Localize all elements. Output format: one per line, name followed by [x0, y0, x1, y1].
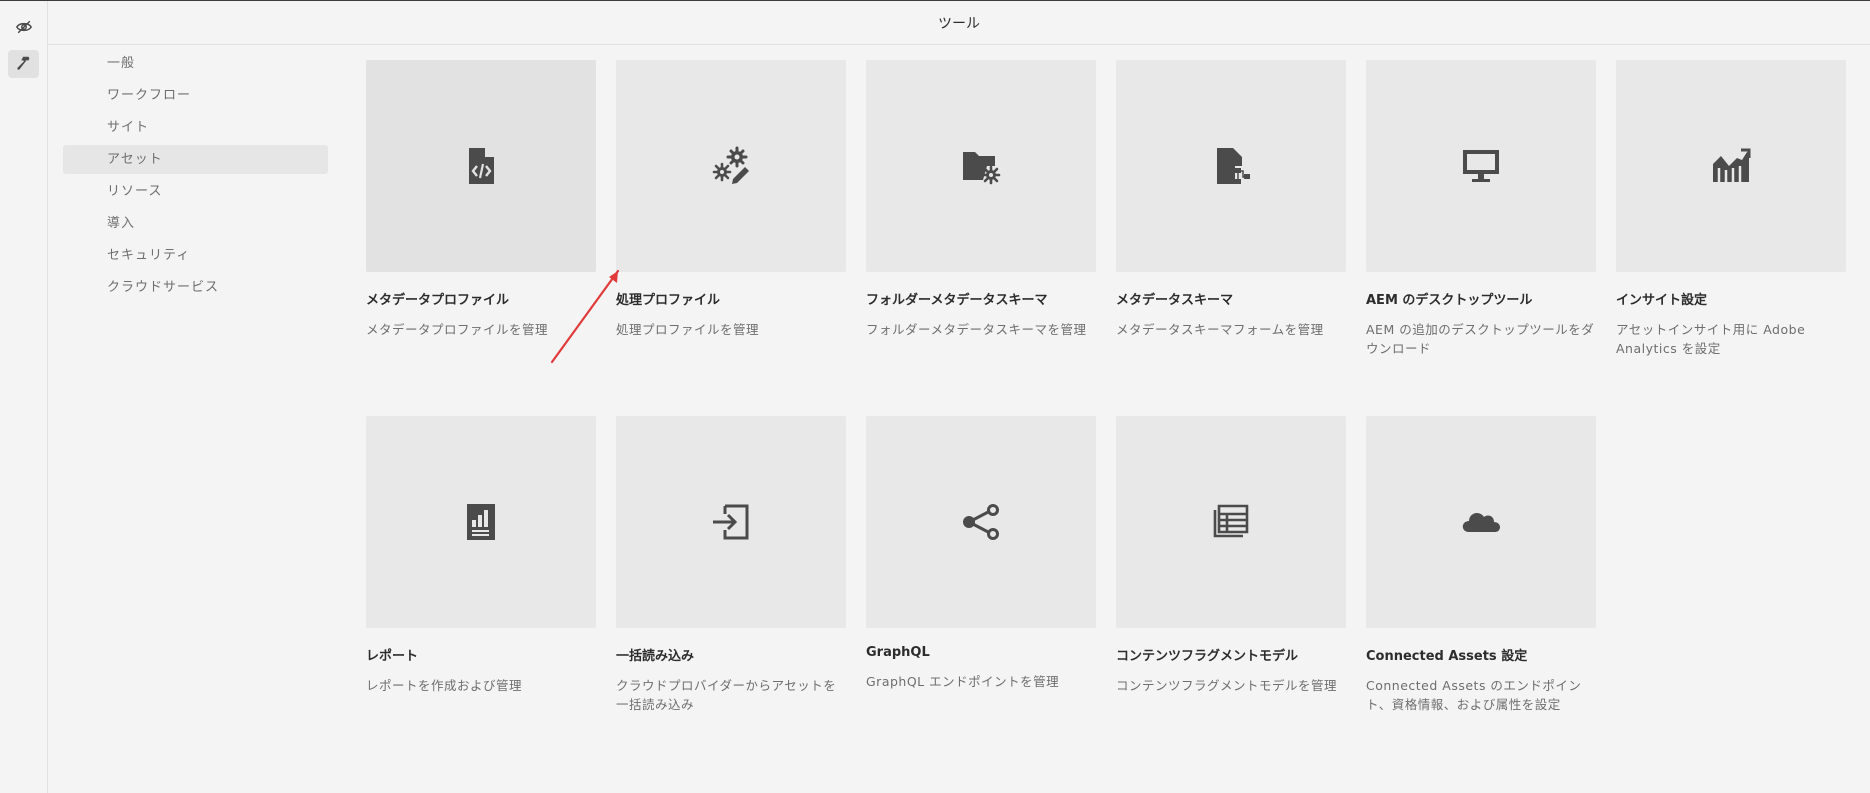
app-window: ツール 一般 ワークフロー サイト アセット リソース 導入 セキュリティ クラ… [0, 0, 1870, 793]
card-title: GraphQL [866, 645, 930, 660]
import-icon [713, 504, 749, 540]
page-header: ツール [48, 1, 1870, 45]
card-thumbnail[interactable] [616, 60, 846, 272]
gears-edit-icon [712, 146, 749, 184]
card-description: レポートを作成および管理 [366, 678, 523, 693]
nav-item-general[interactable]: 一般 [63, 49, 328, 78]
card-thumbnail[interactable] [616, 416, 846, 628]
card-description: フォルダーメタデータスキーマを管理 [866, 322, 1087, 337]
card-description: Connected Assets のエンドポイント、資格情報、および属性を設定 [1366, 678, 1582, 712]
eye-off-icon[interactable] [8, 13, 39, 41]
card-description: AEM の追加のデスクトップツールをダウンロード [1366, 322, 1595, 356]
card-title: AEM のデスクトップツール [1366, 293, 1533, 308]
card-desktop-tools[interactable]: AEM のデスクトップツール AEM の追加のデスクトップツールをダウンロード [1366, 60, 1596, 358]
card-description: コンテンツフラグメントモデルを管理 [1116, 678, 1338, 693]
card-title: メタデータプロファイル [366, 293, 510, 308]
monitor-icon [1463, 150, 1499, 182]
card-bulk-import[interactable]: 一括読み込み クラウドプロバイダーからアセットを一括読み込み [616, 416, 846, 714]
nav-item-sites[interactable]: サイト [63, 113, 328, 142]
nav-item-resources[interactable]: リソース [63, 177, 328, 206]
folder-gear-icon [963, 152, 1001, 185]
card-folder-metadata-schemas[interactable]: フォルダーメタデータスキーマ フォルダーメタデータスキーマを管理 [866, 60, 1096, 339]
card-title: レポート [366, 649, 419, 664]
report-icon [467, 504, 495, 540]
cloud-icon [1462, 513, 1500, 532]
card-thumbnail[interactable] [1116, 416, 1346, 628]
card-thumbnail[interactable] [1366, 416, 1596, 628]
card-reports[interactable]: レポート レポートを作成および管理 [366, 416, 596, 695]
card-title: フォルダーメタデータスキーマ [866, 293, 1048, 308]
card-description: 処理プロファイルを管理 [616, 322, 760, 337]
card-thumbnail[interactable] [866, 416, 1096, 628]
tools-sidenav: 一般 ワークフロー サイト アセット リソース 導入 セキュリティ クラウドサー… [63, 49, 328, 305]
card-connected-assets[interactable]: Connected Assets 設定 Connected Assets のエン… [1366, 416, 1596, 714]
card-title: Connected Assets 設定 [1366, 649, 1528, 664]
card-insights-config[interactable]: インサイト設定 アセットインサイト用に Adobe Analytics を設定 [1616, 60, 1846, 358]
left-rail [0, 1, 48, 793]
file-code-icon [469, 148, 494, 184]
card-description: メタデータスキーマフォームを管理 [1116, 322, 1324, 337]
nav-item-cloud-services[interactable]: クラウドサービス [63, 273, 328, 302]
nav-item-security[interactable]: セキュリティ [63, 241, 328, 270]
card-metadata-profiles[interactable]: メタデータプロファイル メタデータプロファイルを管理 [366, 60, 596, 339]
card-graphql[interactable]: GraphQL GraphQL エンドポイントを管理 [866, 416, 1096, 691]
card-title: 一括読み込み [616, 649, 695, 664]
chart-trend-icon [1713, 148, 1751, 182]
card-title: コンテンツフラグメントモデル [1116, 649, 1299, 664]
card-thumbnail[interactable] [1366, 60, 1596, 272]
fragments-icon [1213, 504, 1249, 538]
hammer-icon[interactable] [8, 50, 39, 78]
page-title: ツール [938, 15, 980, 32]
card-thumbnail[interactable] [366, 416, 596, 628]
card-description: クラウドプロバイダーからアセットを一括読み込み [616, 678, 837, 712]
card-metadata-schemas[interactable]: メタデータスキーマ メタデータスキーマフォームを管理 [1116, 60, 1346, 339]
card-description: GraphQL エンドポイントを管理 [866, 674, 1060, 689]
card-description: メタデータプロファイルを管理 [366, 322, 549, 337]
card-title: 処理プロファイル [616, 293, 721, 308]
card-thumbnail[interactable] [1116, 60, 1346, 272]
card-content-fragment-models[interactable]: コンテンツフラグメントモデル コンテンツフラグメントモデルを管理 [1116, 416, 1346, 695]
card-description: アセットインサイト用に Adobe Analytics を設定 [1616, 322, 1806, 356]
file-schema-icon [1217, 148, 1250, 184]
card-title: メタデータスキーマ [1116, 293, 1234, 308]
card-title: インサイト設定 [1616, 293, 1708, 308]
share-icon [963, 504, 999, 540]
card-processing-profiles[interactable]: 処理プロファイル 処理プロファイルを管理 [616, 60, 846, 339]
card-thumbnail[interactable] [366, 60, 596, 272]
nav-item-deployment[interactable]: 導入 [63, 209, 328, 238]
card-thumbnail[interactable] [866, 60, 1096, 272]
nav-item-workflow[interactable]: ワークフロー [63, 81, 328, 110]
nav-item-assets[interactable]: アセット [63, 145, 328, 174]
card-thumbnail[interactable] [1616, 60, 1846, 272]
